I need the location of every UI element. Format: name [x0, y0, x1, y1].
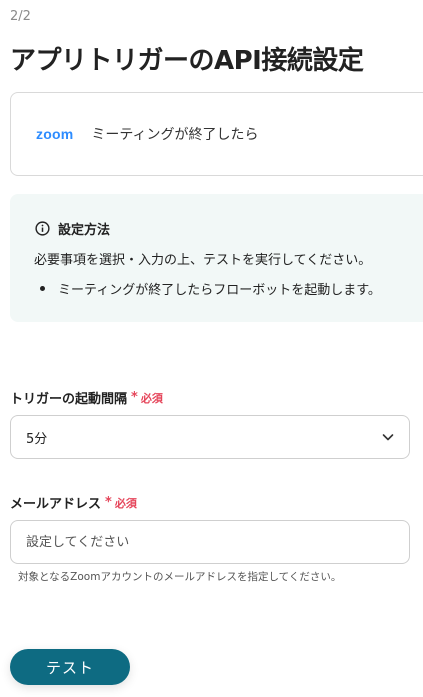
- test-button[interactable]: テスト: [10, 649, 130, 685]
- instructions-title: 設定方法: [58, 223, 111, 238]
- instructions-bullet-text: ミーティングが終了したらフローボットを起動します。: [58, 283, 381, 298]
- email-field-label: メールアドレス * 必須: [10, 493, 137, 512]
- required-asterisk: *: [105, 495, 112, 510]
- chevron-down-icon: [381, 430, 395, 444]
- interval-label-text: トリガーの起動間隔: [10, 392, 128, 407]
- instructions-header: 設定方法: [35, 219, 110, 238]
- interval-field-label: トリガーの起動間隔 * 必須: [10, 388, 163, 407]
- info-circle-icon: [35, 221, 50, 236]
- step-indicator: 2/2: [10, 9, 31, 24]
- interval-select[interactable]: 5分: [10, 415, 410, 459]
- required-badge: 必須: [140, 391, 163, 405]
- app-trigger-card: zoom ミーティングが終了したら: [10, 92, 423, 176]
- email-helper-text: 対象となるZoomアカウントのメールアドレスを指定してください。: [18, 571, 342, 583]
- email-label-text: メールアドレス: [10, 497, 102, 512]
- bullet-dot: [40, 286, 45, 291]
- instructions-box: 設定方法 必要事項を選択・入力の上、テストを実行してください。 ミーティングが終…: [10, 194, 423, 322]
- instructions-bullet: ミーティングが終了したらフローボットを起動します。: [34, 279, 381, 298]
- required-badge: 必須: [114, 496, 137, 510]
- required-asterisk: *: [131, 390, 138, 405]
- api-connection-settings-page: 2/2 アプリトリガーのAPI接続設定 zoom ミーティングが終了したら 設定…: [0, 0, 423, 697]
- instructions-description: 必要事項を選択・入力の上、テストを実行してください。: [34, 253, 372, 268]
- page-title: アプリトリガーのAPI接続設定: [10, 46, 364, 76]
- trigger-name: ミーティングが終了したら: [91, 127, 259, 143]
- interval-selected-value: 5分: [26, 431, 48, 447]
- zoom-logo: zoom: [36, 126, 74, 142]
- email-input[interactable]: [10, 520, 410, 564]
